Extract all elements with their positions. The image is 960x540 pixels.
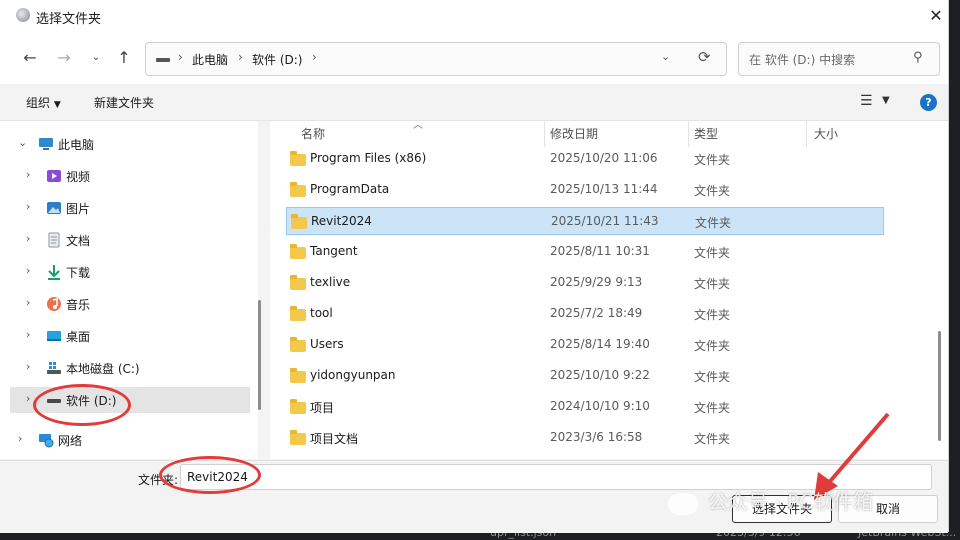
watermark-text: 公众号 · PC软件箱 [708,490,874,514]
wechat-icon [668,492,698,515]
watermark: 公众号 · PC软件箱 [668,486,873,515]
annotation-arrow [814,412,890,500]
